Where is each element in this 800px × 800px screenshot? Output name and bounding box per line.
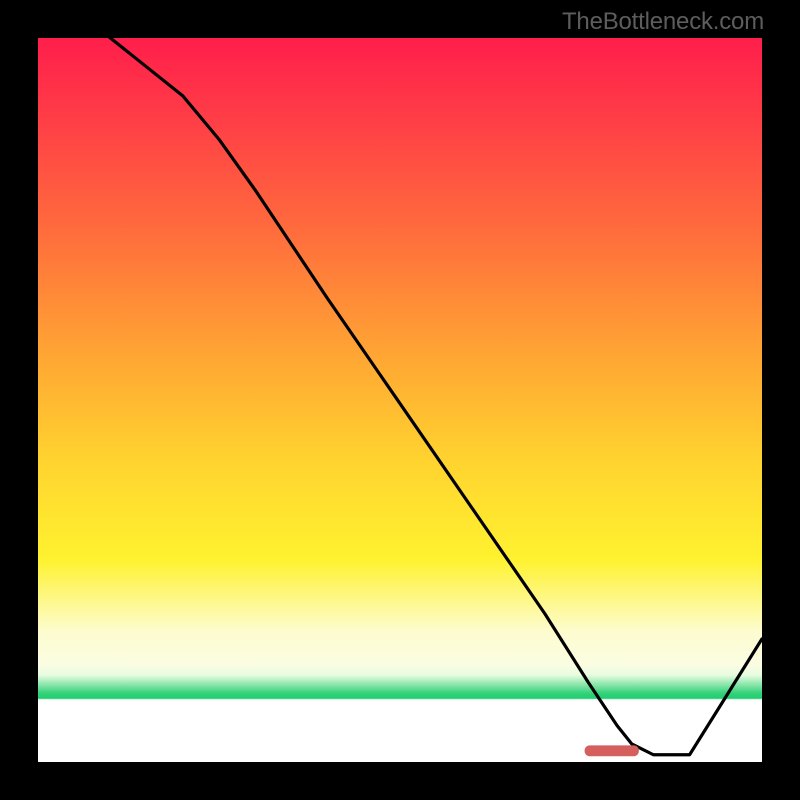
watermark-text: TheBottleneck.com bbox=[562, 8, 764, 36]
bottleneck-curve bbox=[38, 0, 762, 755]
chart-stage: TheBottleneck.com bbox=[0, 0, 800, 800]
plot-frame bbox=[36, 36, 764, 764]
optimal-bar bbox=[585, 745, 639, 756]
chart-overlay bbox=[38, 38, 762, 762]
